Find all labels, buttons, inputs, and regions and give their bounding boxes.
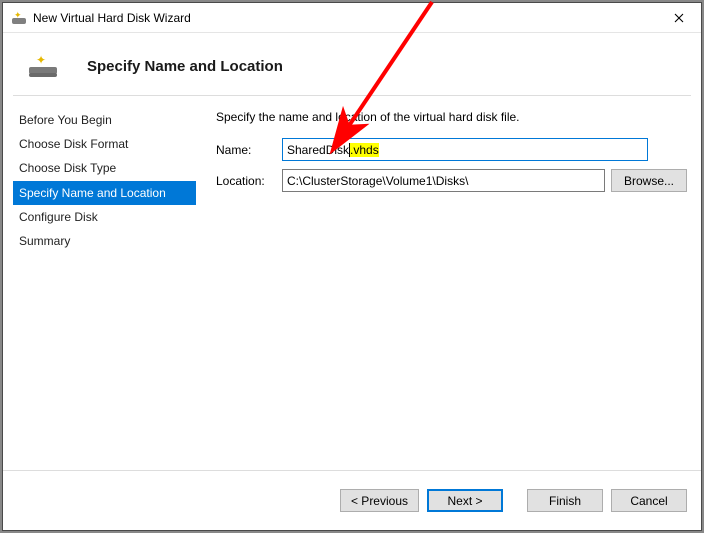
next-button[interactable]: Next > <box>427 489 503 512</box>
wizard-header: ✦ Specify Name and Location <box>3 33 701 95</box>
page-heading: Specify Name and Location <box>87 58 283 75</box>
name-input[interactable]: SharedDisk.vhds <box>282 138 648 161</box>
close-icon <box>674 13 684 23</box>
browse-button[interactable]: Browse... <box>611 169 687 192</box>
step-specify-name-location[interactable]: Specify Name and Location <box>13 181 196 205</box>
step-choose-disk-type[interactable]: Choose Disk Type <box>13 156 196 180</box>
wizard-content: Specify the name and location of the vir… <box>204 104 691 470</box>
title-bar: ✦ New Virtual Hard Disk Wizard <box>3 3 701 33</box>
steps-sidebar: Before You Begin Choose Disk Format Choo… <box>13 104 196 470</box>
cancel-button[interactable]: Cancel <box>611 489 687 512</box>
step-choose-disk-format[interactable]: Choose Disk Format <box>13 132 196 156</box>
wizard-footer: < Previous Next > Finish Cancel <box>3 470 701 530</box>
step-configure-disk[interactable]: Configure Disk <box>13 205 196 229</box>
name-label: Name: <box>216 143 276 157</box>
previous-button[interactable]: < Previous <box>340 489 419 512</box>
name-row: Name: SharedDisk.vhds <box>216 138 687 161</box>
location-input[interactable] <box>282 169 605 192</box>
step-summary[interactable]: Summary <box>13 229 196 253</box>
app-icon: ✦ <box>11 10 27 26</box>
wizard-window: ✦ New Virtual Hard Disk Wizard ✦ Specify… <box>2 2 702 531</box>
location-row: Location: Browse... <box>216 169 687 192</box>
window-title: New Virtual Hard Disk Wizard <box>33 11 656 25</box>
name-value-prefix: SharedDisk <box>287 143 349 157</box>
instruction-text: Specify the name and location of the vir… <box>216 110 687 124</box>
name-value-highlight: .vhds <box>350 143 379 157</box>
close-button[interactable] <box>656 3 701 32</box>
location-label: Location: <box>216 174 276 188</box>
step-before-you-begin[interactable]: Before You Begin <box>13 108 196 132</box>
wizard-body: Before You Begin Choose Disk Format Choo… <box>3 96 701 470</box>
disk-wizard-icon: ✦ <box>29 55 57 77</box>
finish-button[interactable]: Finish <box>527 489 603 512</box>
